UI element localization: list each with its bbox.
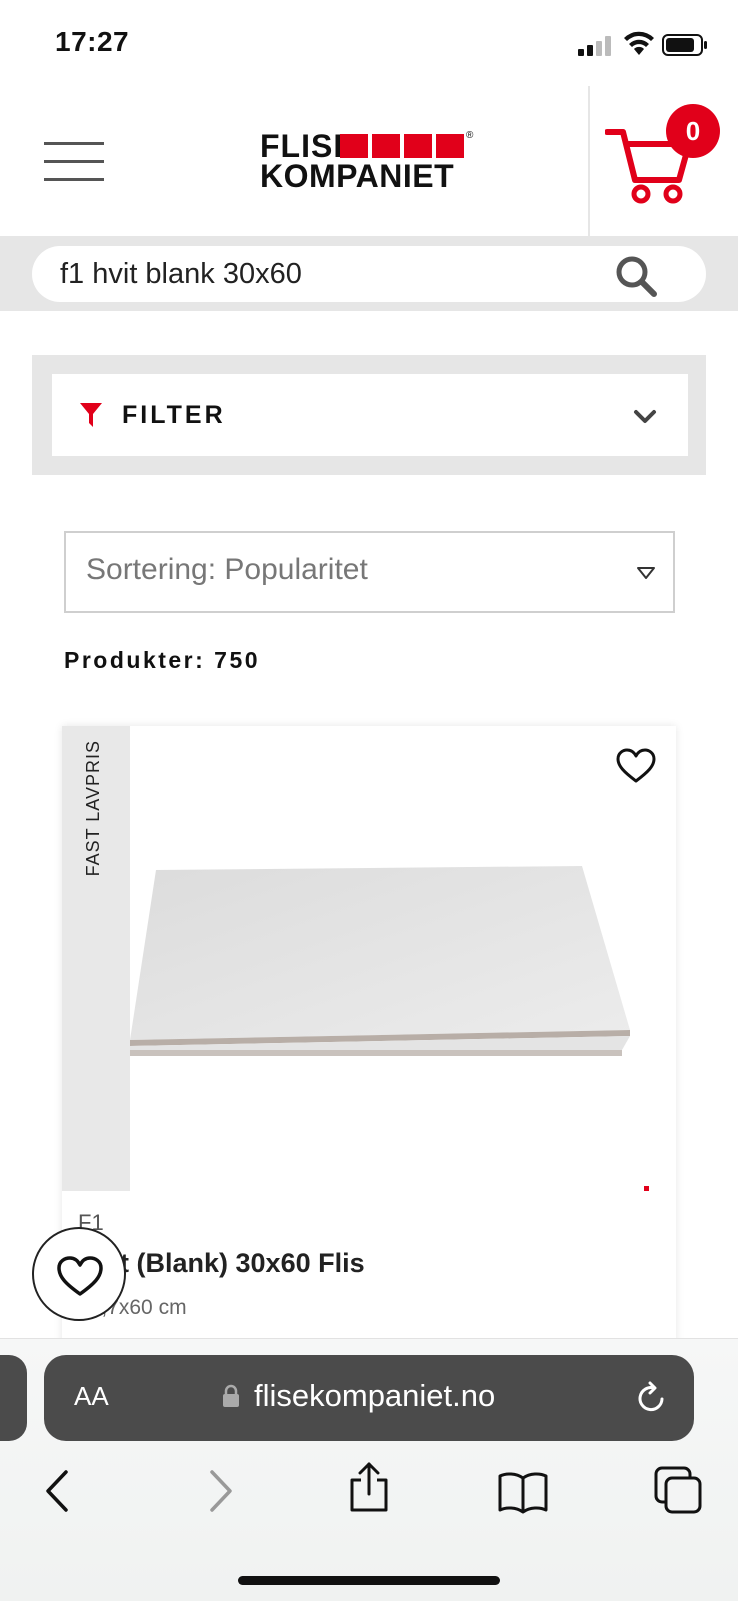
tabs-icon[interactable] (654, 1466, 704, 1516)
logo-text-kompaniet: KOMPANIET (260, 158, 455, 194)
product-image[interactable] (130, 860, 650, 1060)
heart-icon[interactable] (616, 748, 656, 784)
search-input[interactable] (60, 246, 620, 302)
cart-count-badge[interactable]: 0 (666, 104, 720, 158)
wifi-icon (624, 31, 654, 55)
lock-icon (223, 1384, 239, 1407)
ribbon-label: FAST LAVPRIS (83, 740, 103, 877)
battery-icon (662, 34, 707, 56)
product-count: Produkter: 750 (64, 647, 261, 673)
flisekompaniet-logo[interactable]: FLISE ® KOMPANIET (260, 130, 480, 194)
color-indicator-dot (644, 1186, 649, 1191)
forward-icon[interactable] (192, 1466, 242, 1516)
home-indicator (238, 1576, 500, 1585)
search-box (32, 246, 706, 302)
back-icon[interactable] (36, 1466, 86, 1516)
header-divider (588, 86, 590, 236)
logo-blocks (340, 134, 464, 158)
share-icon[interactable] (344, 1462, 394, 1512)
hamburger-menu-icon[interactable] (44, 140, 106, 184)
heart-icon (57, 1256, 103, 1296)
filter-funnel-icon (80, 403, 102, 427)
bookmarks-icon[interactable] (498, 1468, 548, 1518)
caret-down-icon (637, 567, 655, 579)
status-time: 17:27 (55, 26, 130, 57)
reader-settings-button[interactable]: AA (74, 1381, 109, 1412)
url-text[interactable]: flisekompaniet.no (254, 1378, 495, 1414)
signal-icon (578, 36, 611, 56)
sort-select-value: Sortering: Popularitet (86, 553, 368, 586)
filter-label: FILTER (122, 401, 226, 429)
wishlist-floating-button[interactable] (32, 1227, 126, 1321)
search-icon[interactable] (612, 252, 660, 300)
logo-registered-mark: ® (466, 130, 474, 141)
reload-icon[interactable] (636, 1381, 668, 1415)
price-ribbon: FAST LAVPRIS (62, 726, 130, 1191)
chevron-down-icon (634, 410, 656, 423)
previous-tab-peek[interactable] (0, 1355, 27, 1441)
